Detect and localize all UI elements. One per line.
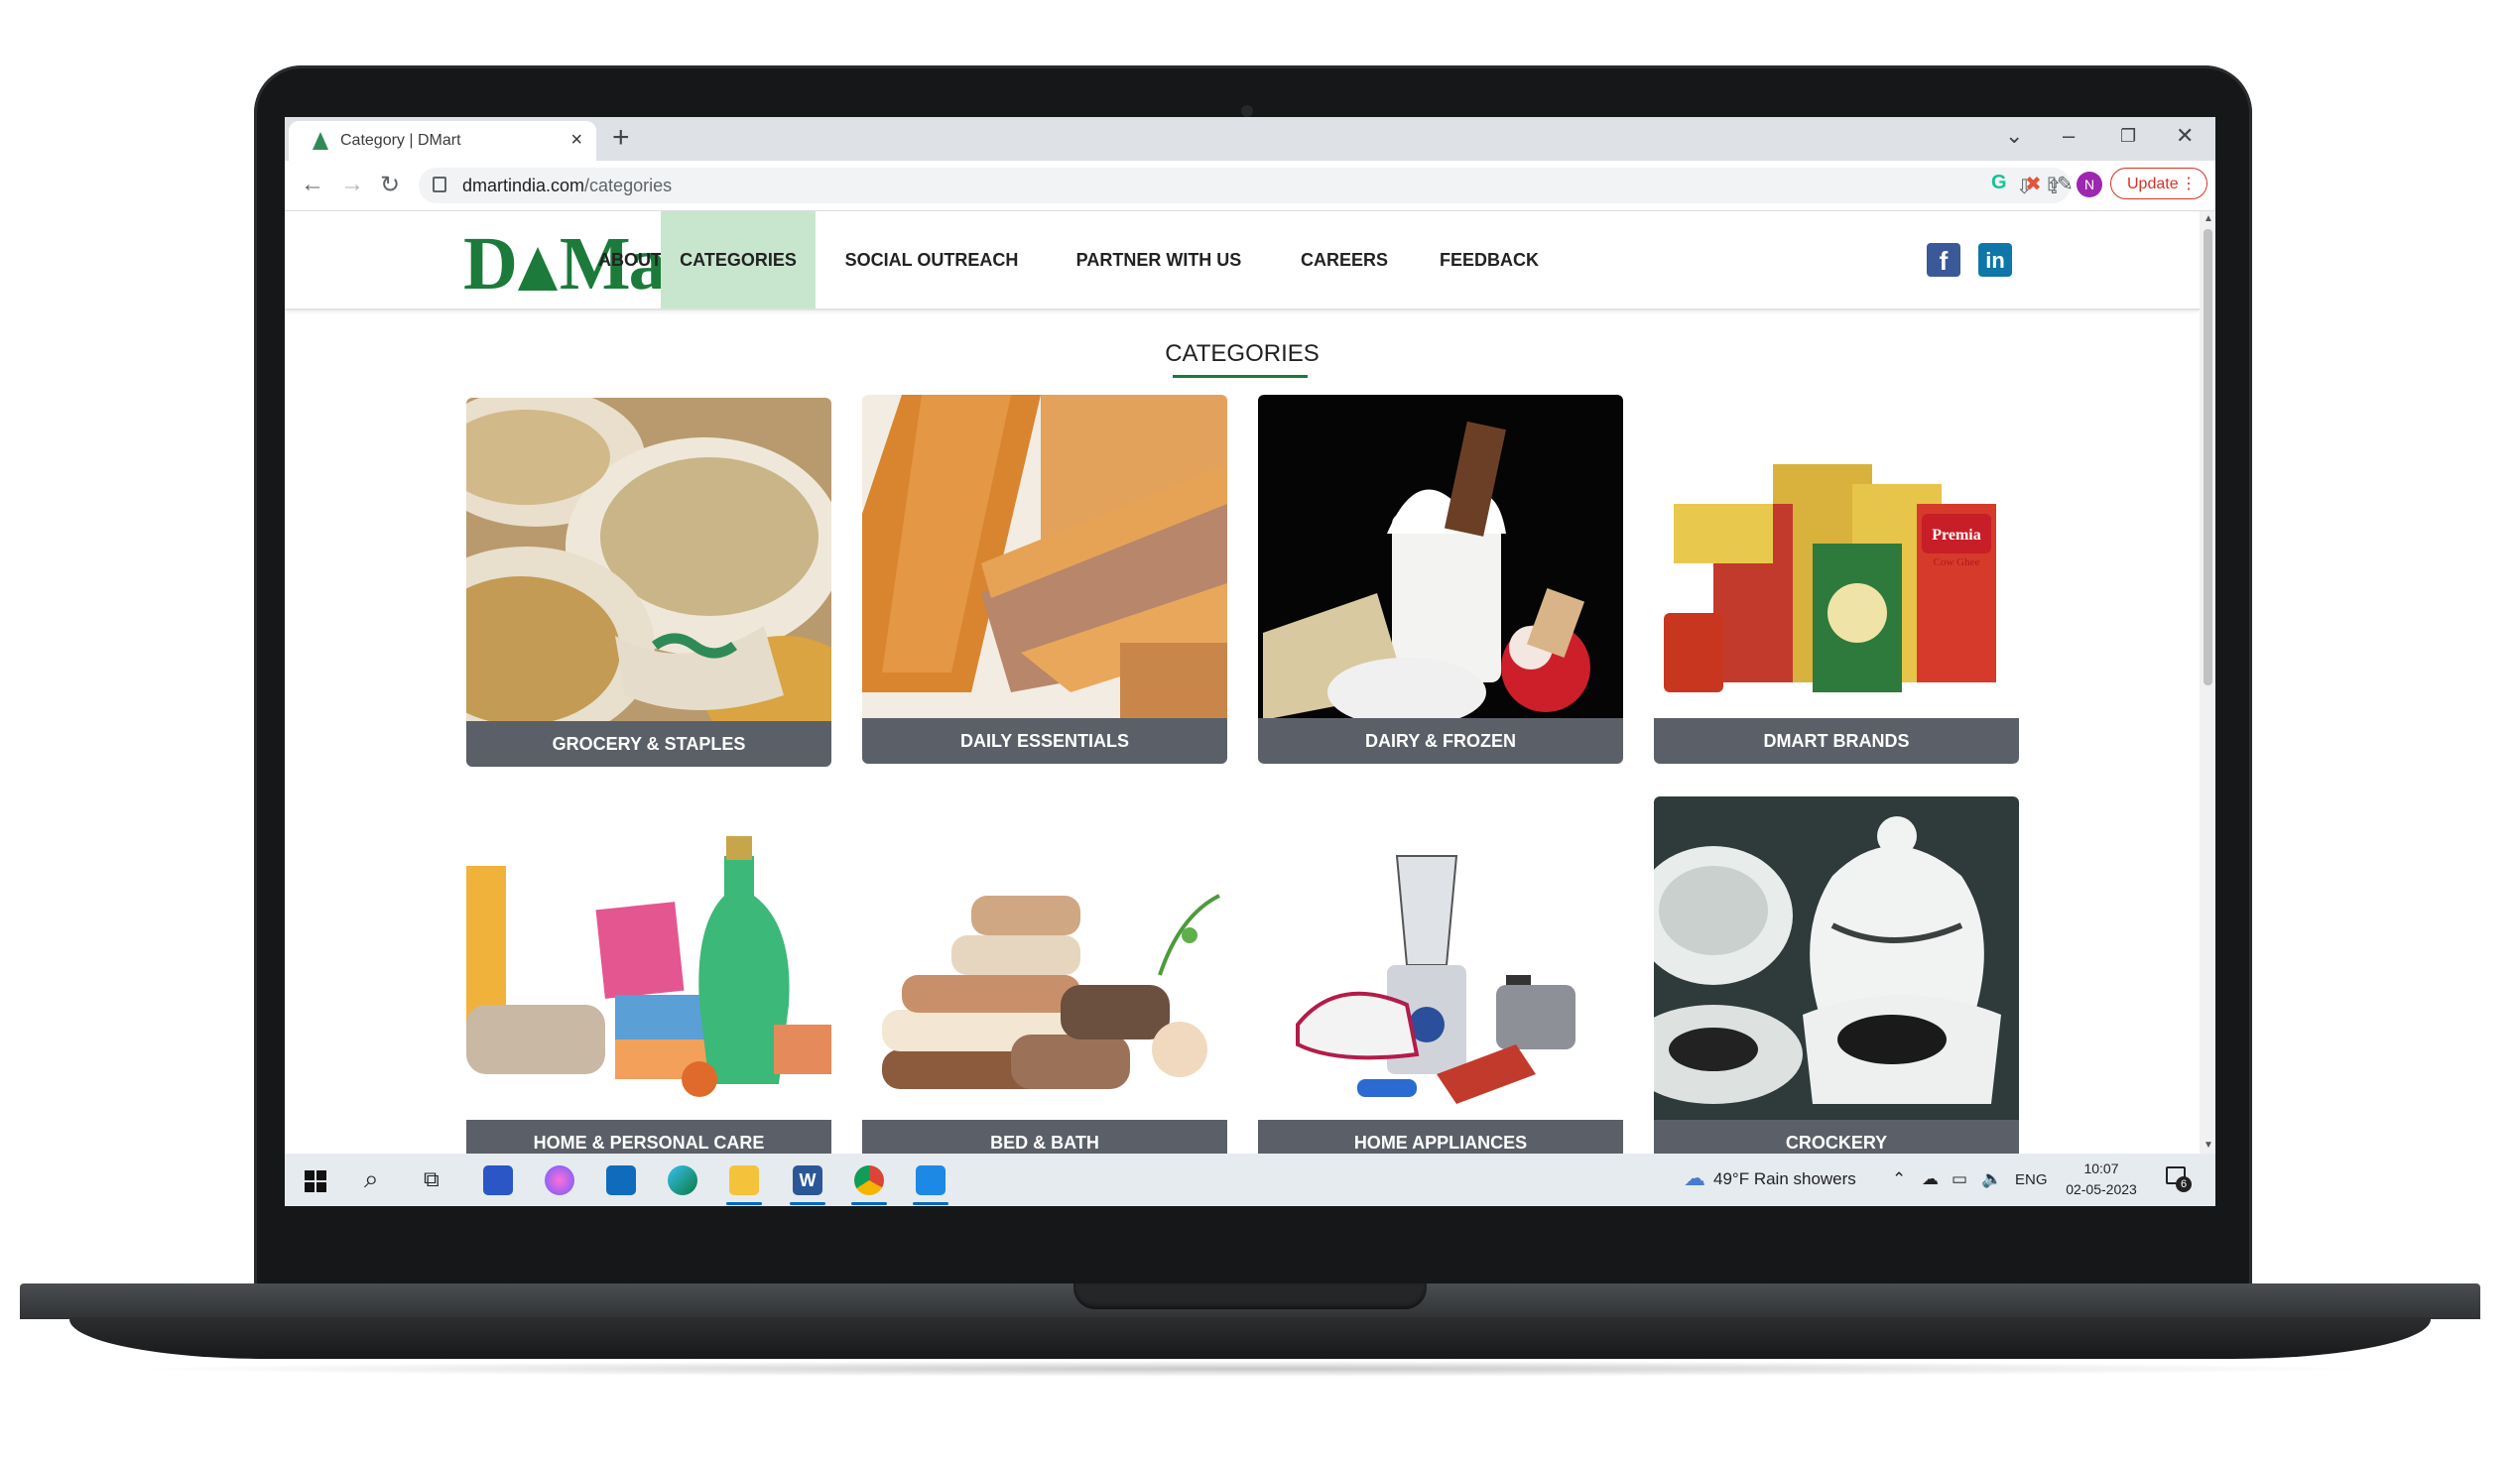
battery-icon[interactable]: ▭	[1952, 1169, 1967, 1189]
address-bar[interactable]: dmartindia.com/categories ⇩ ⇪ ☆	[419, 168, 2095, 203]
file-explorer-icon[interactable]	[729, 1165, 759, 1195]
vscode-running-indicator	[913, 1202, 948, 1205]
word-running-indicator	[790, 1202, 825, 1205]
category-label: CROCKERY	[1654, 1120, 2019, 1154]
restore-icon[interactable]: ❐	[2120, 126, 2136, 147]
site-header: D Mart ABOUT US CATEGORIES SOCIAL OUTREAC…	[285, 211, 2200, 310]
store-icon[interactable]	[483, 1165, 513, 1195]
dmart-brands-packs-image: Premia Cow Ghee	[1654, 395, 2019, 720]
task-view-icon[interactable]: ⧉	[424, 1166, 440, 1192]
tab-search-icon[interactable]: ⌄	[2005, 123, 2023, 149]
nav-partner-with-us[interactable]: PARTNER WITH US	[1047, 211, 1271, 308]
search-icon[interactable]: ⌕	[364, 1163, 379, 1195]
nav-categories[interactable]: CATEGORIES	[661, 211, 816, 308]
notification-center-icon[interactable]: 6	[2166, 1166, 2192, 1192]
close-window-icon[interactable]: ✕	[2176, 123, 2194, 149]
profile-avatar[interactable]: N	[2077, 172, 2102, 197]
grammarly-icon[interactable]: G	[1991, 172, 2007, 194]
clock-time: 10:07	[2083, 1160, 2119, 1176]
weather-text[interactable]: 49°F Rain showers	[1713, 1169, 1856, 1189]
chrome-icon[interactable]	[854, 1165, 884, 1195]
tray-chevron-icon[interactable]: ⌃	[1892, 1169, 1906, 1189]
grocery-sacks-image	[466, 398, 831, 723]
edge-icon[interactable]	[668, 1165, 697, 1195]
webcam	[1241, 105, 1253, 117]
forward-arrow-icon[interactable]: →	[340, 171, 364, 198]
chrome-running-indicator	[851, 1202, 887, 1205]
extension-cross-icon[interactable]: ✖	[2025, 172, 2042, 196]
screen: Category | DMart × + ⌄ – ❐ ✕ ← → ↻ dmart…	[285, 117, 2215, 1206]
scrollbar-thumb[interactable]	[2204, 229, 2212, 685]
category-label: DMART BRANDS	[1654, 718, 2019, 764]
scroll-up-arrow-icon[interactable]: ▲	[2204, 213, 2213, 224]
dmart-favicon-icon	[313, 132, 328, 150]
windows-taskbar: ⌕ ⧉ W ☁ 49°F Rain showers ⌃ ☁ ▭ 🔈 ENG 10…	[285, 1154, 2215, 1206]
browser-tab-strip: Category | DMart × + ⌄ – ❐ ✕	[285, 117, 2215, 161]
new-tab-button[interactable]: +	[612, 121, 630, 155]
clock-date: 02-05-2023	[2066, 1181, 2137, 1197]
premia-brand-text: Premia	[1932, 527, 1980, 544]
laptop-base-bottom	[69, 1317, 2431, 1359]
explorer-running-indicator	[726, 1202, 762, 1205]
category-label: GROCERY & STAPLES	[466, 721, 831, 767]
laptop-notch	[1073, 1283, 1427, 1309]
extension-tool-icon[interactable]: ✎	[2057, 172, 2074, 196]
mail-icon[interactable]	[606, 1165, 636, 1195]
category-label: BED & BATH	[862, 1120, 1227, 1154]
laptop-shadow	[119, 1361, 2381, 1377]
minimize-icon[interactable]: –	[2063, 123, 2075, 149]
category-card-crockery[interactable]: CROCKERY	[1654, 796, 2019, 1154]
personal-care-image	[466, 796, 831, 1122]
windows-start-icon[interactable]	[305, 1170, 326, 1192]
weather-icon[interactable]: ☁	[1684, 1165, 1705, 1191]
nav-feedback[interactable]: FEEDBACK	[1416, 211, 1563, 308]
category-card-daily-essentials[interactable]: DAILY ESSENTIALS	[862, 395, 1227, 764]
vscode-icon[interactable]	[916, 1165, 945, 1195]
lock-icon	[433, 177, 446, 192]
word-icon[interactable]: W	[793, 1165, 822, 1195]
language-indicator[interactable]: ENG	[2015, 1171, 2048, 1188]
page-scrollbar[interactable]: ▲ ▼	[2200, 211, 2215, 1154]
dairy-image	[1258, 395, 1623, 720]
nav-social-outreach[interactable]: SOCIAL OUTREACH	[819, 211, 1045, 308]
dmart-page: D Mart ABOUT US CATEGORIES SOCIAL OUTREAC…	[285, 211, 2200, 1154]
category-card-home-personal-care[interactable]: HOME & PERSONAL CARE	[466, 796, 831, 1154]
back-arrow-icon[interactable]: ←	[301, 171, 324, 198]
copilot-icon[interactable]	[545, 1165, 574, 1195]
browser-toolbar: ← → ↻ dmartindia.com/categories ⇩ ⇪ ☆ G …	[285, 161, 2215, 211]
tree-logo-icon	[517, 247, 558, 291]
volume-icon[interactable]: 🔈	[1981, 1169, 2002, 1189]
crockery-image	[1654, 796, 2019, 1122]
category-label: HOME APPLIANCES	[1258, 1120, 1623, 1154]
category-card-dairy-frozen[interactable]: DAIRY & FROZEN	[1258, 395, 1623, 764]
appliances-image	[1258, 796, 1623, 1122]
category-card-dmart-brands[interactable]: Premia Cow Ghee DMART BRANDS	[1654, 395, 2019, 764]
close-tab-icon[interactable]: ×	[570, 129, 582, 152]
update-button[interactable]: Update ⋮	[2110, 168, 2207, 199]
menu-dots-icon[interactable]: ⋮	[2181, 169, 2197, 200]
scroll-down-arrow-icon[interactable]: ▼	[2204, 1140, 2213, 1151]
category-card-home-appliances[interactable]: HOME APPLIANCES	[1258, 796, 1623, 1154]
linkedin-icon[interactable]: in	[1978, 243, 2012, 277]
url-text: dmartindia.com/categories	[462, 176, 673, 195]
notification-count-badge: 6	[2176, 1176, 2192, 1192]
clock[interactable]: 10:07 02-05-2023	[2057, 1159, 2146, 1200]
nav-careers[interactable]: CAREERS	[1277, 211, 1412, 308]
category-card-grocery[interactable]: GROCERY & STAPLES	[466, 398, 831, 767]
reload-icon[interactable]: ↻	[380, 171, 400, 199]
towels-image	[862, 796, 1227, 1122]
tab-title: Category | DMart	[340, 132, 461, 149]
category-label: DAILY ESSENTIALS	[862, 718, 1227, 764]
onedrive-icon[interactable]: ☁	[1922, 1169, 1939, 1189]
facebook-icon[interactable]: f	[1927, 243, 1960, 277]
category-label: DAIRY & FROZEN	[1258, 718, 1623, 764]
side-panel-icon[interactable]: ▯	[2047, 173, 2057, 193]
category-card-bed-bath[interactable]: BED & BATH	[862, 796, 1227, 1154]
section-title: CATEGORIES	[1165, 340, 1320, 367]
category-label: HOME & PERSONAL CARE	[466, 1120, 831, 1154]
section-title-underline	[1173, 375, 1308, 378]
cow-ghee-text: Cow Ghee	[1934, 556, 1980, 568]
browser-tab[interactable]: Category | DMart ×	[289, 121, 596, 161]
biscuits-image	[862, 395, 1227, 720]
